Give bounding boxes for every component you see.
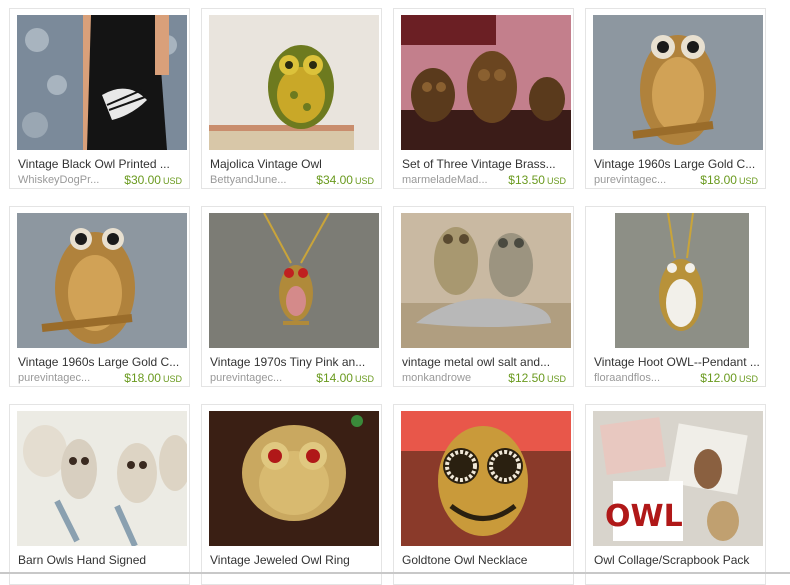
price-amount: $18.00 [700,173,737,187]
listing-card[interactable]: Vintage 1960s Large Gold C... purevintag… [585,8,766,189]
listing-card[interactable]: Vintage Hoot OWL--Pendant ... floraandfl… [585,206,766,387]
listing-price: $12.00 USD [700,371,758,385]
listing-price: $34.00 USD [316,173,374,187]
listing-price: $30.00 USD [124,173,182,187]
listing-price: $18.00 USD [700,173,758,187]
listing-title[interactable]: Vintage Jeweled Owl Ring [210,553,376,567]
price-currency: USD [546,176,566,186]
listing-title[interactable]: Vintage 1960s Large Gold C... [18,355,184,369]
listing-image[interactable] [17,213,187,348]
price-currency: USD [354,176,374,186]
listing-price: $14.00 USD [316,371,374,385]
listing-title[interactable]: vintage metal owl salt and... [402,355,568,369]
listing-price: $13.50 USD [508,173,566,187]
listing-title[interactable]: Goldtone Owl Necklace [402,553,568,567]
price-currency: USD [738,176,758,186]
shop-name[interactable]: monkandrowe [402,372,494,384]
listing-card[interactable]: Vintage 1960s Large Gold C... purevintag… [9,206,190,387]
price-currency: USD [546,374,566,384]
listing-image[interactable] [209,411,379,546]
price-amount: $14.00 [316,371,353,385]
shop-name[interactable]: WhiskeyDogPr... [18,174,110,186]
shop-name[interactable]: purevintagec... [594,174,686,186]
shop-name[interactable]: marmeladeMad... [402,174,494,186]
listing-card[interactable]: OWL Owl Collage/Scrapbook Pack [585,404,766,585]
listing-price: $12.50 USD [508,371,566,385]
listing-title[interactable]: Majolica Vintage Owl [210,157,376,171]
listing-title[interactable]: Set of Three Vintage Brass... [402,157,568,171]
price-currency: USD [354,374,374,384]
listing-card[interactable]: Vintage Jeweled Owl Ring [201,404,382,585]
listing-image[interactable] [593,15,763,150]
listing-price: $18.00 USD [124,371,182,385]
listing-title[interactable]: Barn Owls Hand Signed [18,553,184,567]
price-amount: $30.00 [124,173,161,187]
shop-name[interactable]: floraandflos... [594,372,686,384]
listing-image[interactable] [17,411,187,546]
listing-image[interactable] [401,411,571,546]
price-currency: USD [738,374,758,384]
price-amount: $13.50 [508,173,545,187]
listing-card[interactable]: Barn Owls Hand Signed [9,404,190,585]
price-amount: $12.00 [700,371,737,385]
listing-card[interactable]: Vintage 1970s Tiny Pink an... purevintag… [201,206,382,387]
listing-image[interactable] [209,213,379,348]
listing-card[interactable]: Goldtone Owl Necklace [393,404,574,585]
price-amount: $34.00 [316,173,353,187]
listing-image[interactable]: OWL [593,411,763,546]
listing-title[interactable]: Vintage Black Owl Printed ... [18,157,184,171]
listing-title[interactable]: Vintage 1960s Large Gold C... [594,157,760,171]
listing-title[interactable]: Vintage 1970s Tiny Pink an... [210,355,376,369]
listing-image[interactable] [593,213,763,348]
listing-image[interactable] [401,213,571,348]
shop-name[interactable]: purevintagec... [210,372,302,384]
shop-name[interactable]: BettyandJune... [210,174,302,186]
price-currency: USD [162,374,182,384]
listing-title[interactable]: Owl Collage/Scrapbook Pack [594,553,760,567]
price-amount: $12.50 [508,371,545,385]
listing-card[interactable]: Set of Three Vintage Brass... marmeladeM… [393,8,574,189]
svg-text:OWL: OWL [605,499,683,534]
shop-name[interactable]: purevintagec... [18,372,110,384]
listing-title[interactable]: Vintage Hoot OWL--Pendant ... [594,355,760,369]
listing-image[interactable] [17,15,187,150]
listing-image[interactable] [401,15,571,150]
price-amount: $18.00 [124,371,161,385]
listing-card[interactable]: vintage metal owl salt and... monkandrow… [393,206,574,387]
listing-image[interactable] [209,15,379,150]
listing-card[interactable]: Vintage Black Owl Printed ... WhiskeyDog… [9,8,190,189]
price-currency: USD [162,176,182,186]
listing-card[interactable]: Majolica Vintage Owl BettyandJune... $34… [201,8,382,189]
